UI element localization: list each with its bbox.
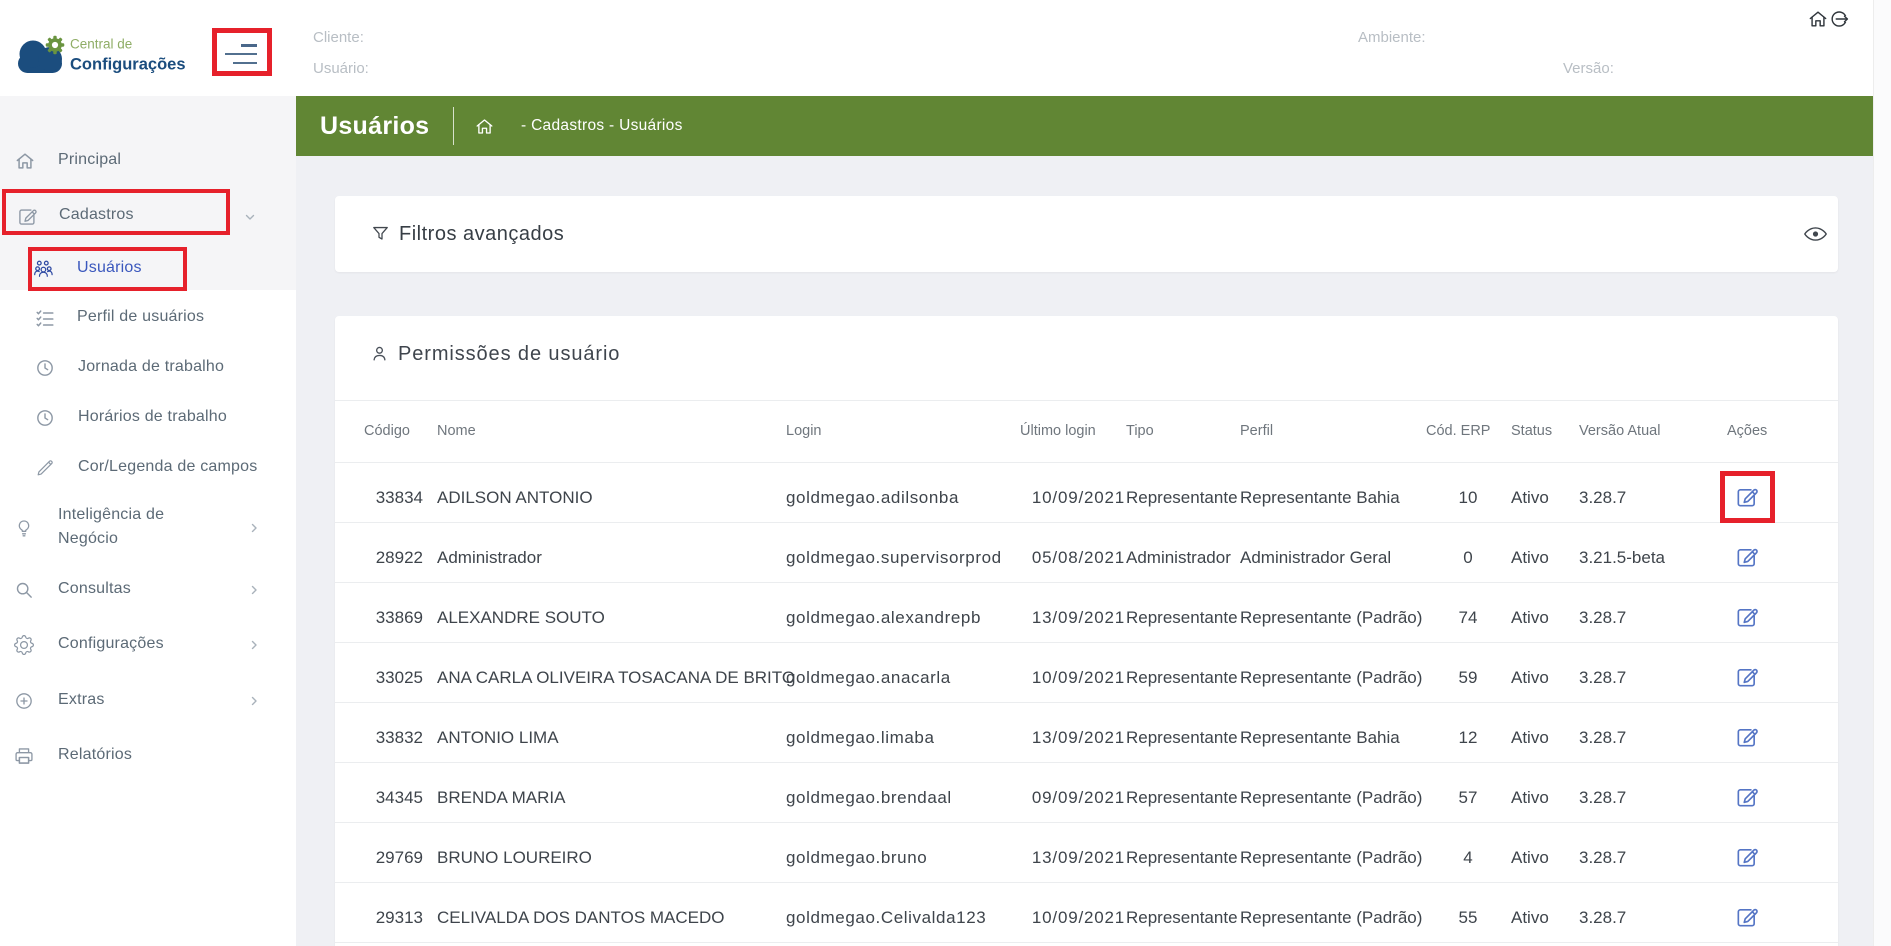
svg-text:Central de: Central de <box>70 37 132 52</box>
svg-text:Configurações: Configurações <box>70 56 186 74</box>
